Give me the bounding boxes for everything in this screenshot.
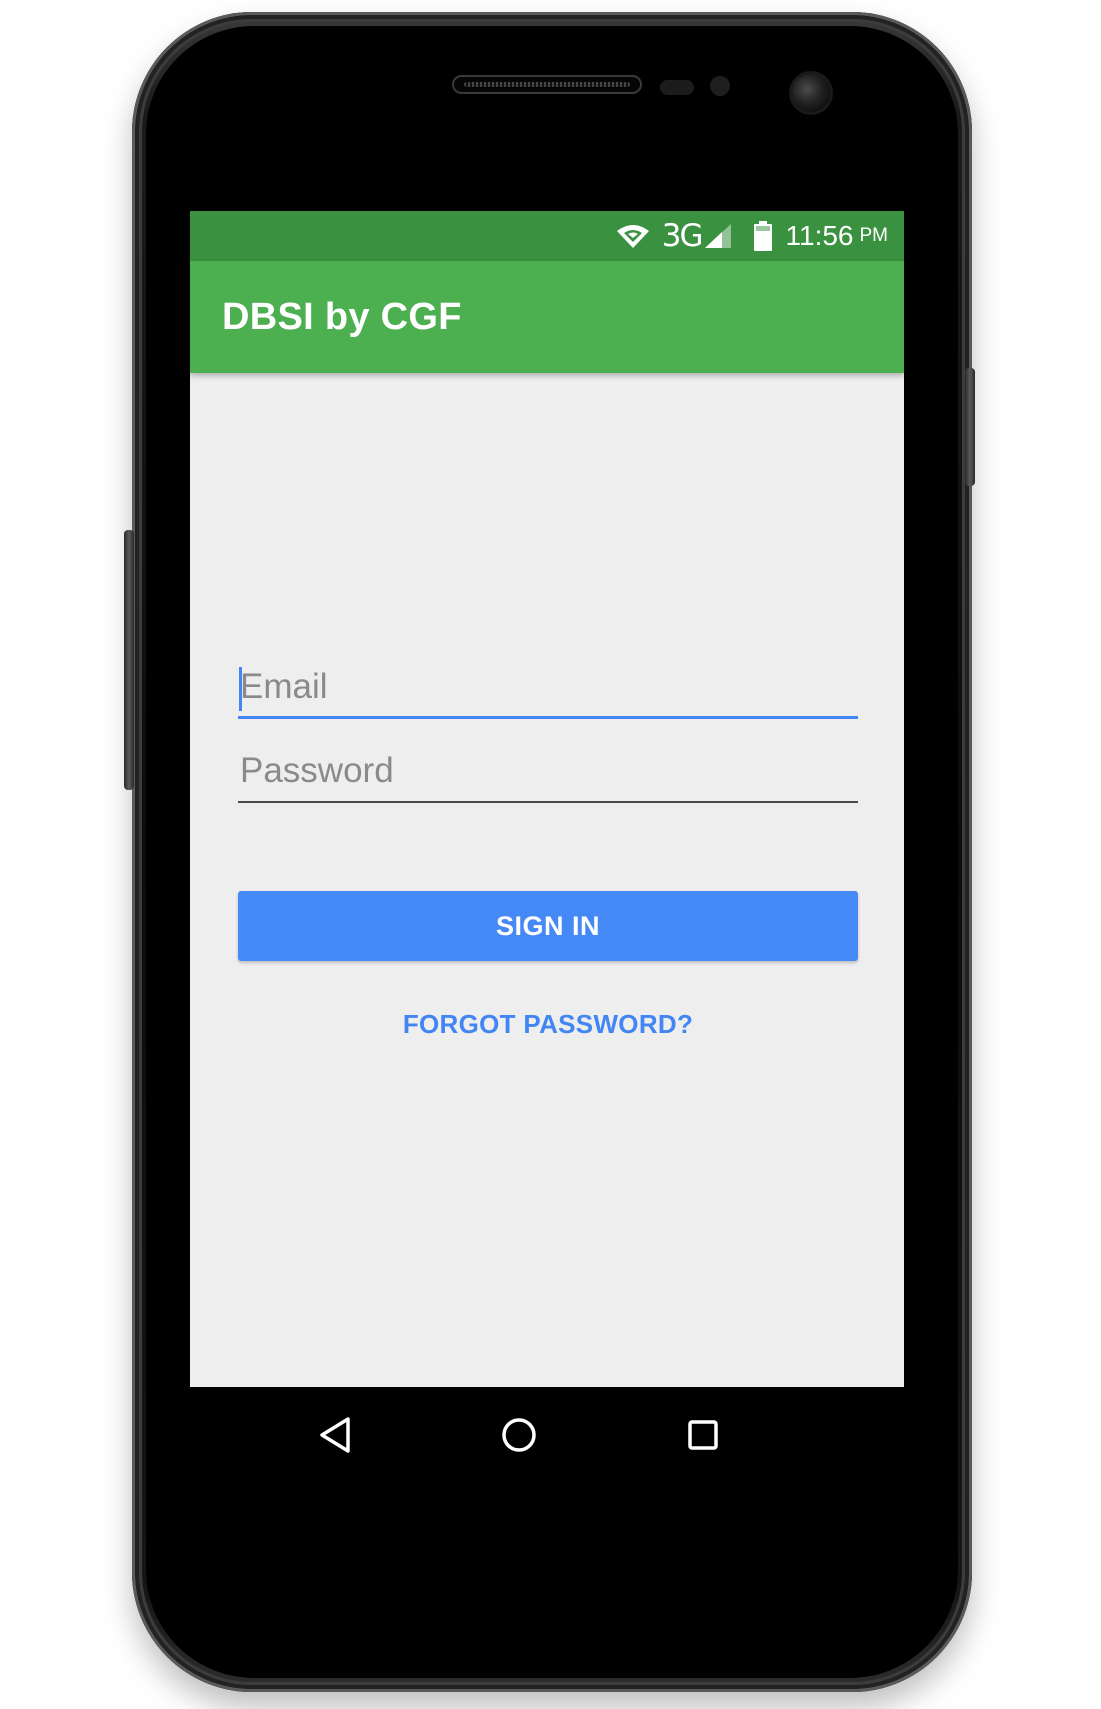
- email-field[interactable]: [238, 659, 858, 719]
- login-content: SIGN IN FORGOT PASSWORD?: [190, 373, 904, 1387]
- recents-icon[interactable]: [675, 1407, 731, 1463]
- sign-in-button[interactable]: SIGN IN: [238, 891, 858, 961]
- navigation-bar: [190, 1387, 904, 1481]
- password-underline: [238, 801, 858, 803]
- status-bar: 3G 11:56 PM: [190, 211, 904, 261]
- password-field[interactable]: [238, 743, 858, 803]
- back-icon[interactable]: [308, 1407, 364, 1463]
- front-camera: [792, 74, 830, 112]
- text-cursor: [239, 667, 242, 711]
- forgot-password-link[interactable]: FORGOT PASSWORD?: [238, 1009, 858, 1040]
- app-title: DBSI by CGF: [222, 295, 462, 338]
- volume-button: [124, 530, 134, 790]
- email-underline: [238, 716, 858, 719]
- password-input[interactable]: [238, 743, 858, 799]
- home-icon[interactable]: [491, 1407, 547, 1463]
- clock-ampm: PM: [859, 225, 889, 246]
- network-type-label: 3G: [661, 218, 704, 254]
- app-bar: DBSI by CGF: [190, 261, 904, 373]
- clock-time: 11:56: [785, 220, 854, 251]
- light-sensor: [710, 76, 730, 96]
- email-input[interactable]: [238, 659, 858, 715]
- power-button: [965, 368, 975, 486]
- device-screen: 3G 11:56 PM DBSI by CGF Email SIGN IN FO…: [190, 211, 904, 1481]
- battery-icon: [753, 221, 772, 251]
- proximity-sensor: [660, 80, 694, 95]
- cell-signal-icon: [704, 223, 732, 249]
- wifi-icon: [616, 223, 650, 249]
- earpiece-speaker: [452, 75, 642, 94]
